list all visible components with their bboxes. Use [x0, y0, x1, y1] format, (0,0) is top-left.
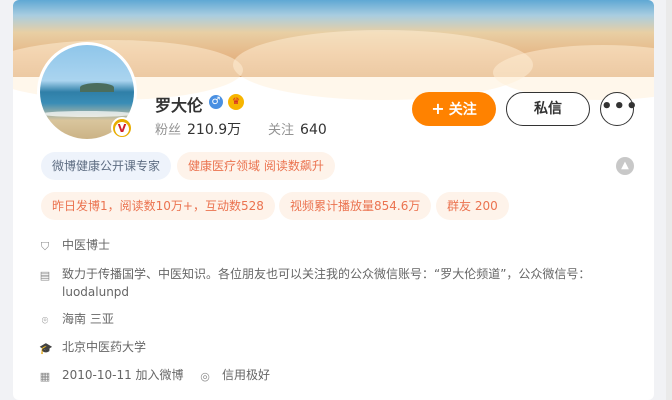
info-school-text: 北京中医药大学: [62, 340, 147, 354]
follow-button[interactable]: + 关注: [412, 92, 496, 126]
info-bio-text: 致力于传播国学、中医知识。各位朋友也可以关注我的公众微信账号：“罗大伦频道”，公…: [62, 267, 591, 299]
info-bio: ▤ 致力于传播国学、中医知识。各位朋友也可以关注我的公众微信账号：“罗大伦频道”，…: [39, 265, 599, 301]
following-stat[interactable]: 关注 640: [268, 122, 327, 138]
tag-fan-group[interactable]: 群友 200: [436, 192, 509, 220]
tag-video-plays[interactable]: 视频累计播放量854.6万: [279, 192, 432, 220]
shield-icon: ⛉: [40, 240, 50, 253]
info-location: ⌾ 海南 三亚: [39, 310, 114, 327]
tag-yesterday-stats[interactable]: 昨日发博1，阅读数10万+，互动数528: [41, 192, 275, 220]
verified-badge-icon: V: [111, 117, 133, 139]
more-button[interactable]: •••: [600, 92, 638, 126]
sand-dune: [233, 30, 533, 100]
info-joined-text: 2010-10-11 加入微博: [62, 368, 184, 382]
info-credit-text[interactable]: 信用极好: [222, 368, 270, 382]
document-icon: ▤: [39, 269, 51, 282]
male-icon: ♂: [209, 95, 223, 109]
info-title: ⛉ 中医博士: [39, 236, 110, 253]
following-count: 640: [300, 122, 327, 138]
info-joined: ▦ 2010-10-11 加入微博: [39, 366, 184, 383]
credit-icon: ◎: [200, 370, 210, 383]
collapse-chevron-up-icon[interactable]: ▲: [616, 157, 634, 175]
more-dots-icon: •••: [601, 96, 639, 117]
info-credit: ◎ 信用极好: [199, 366, 270, 383]
page-scrollbar[interactable]: [666, 0, 672, 400]
info-school: 🎓 北京中医药大学: [39, 338, 146, 355]
calendar-icon: ▦: [39, 370, 51, 383]
fans-stat[interactable]: 粉丝 210.9万: [155, 122, 246, 138]
follow-label: 关注: [448, 102, 477, 118]
plus-icon: +: [431, 99, 445, 118]
message-button[interactable]: 私信: [506, 92, 590, 126]
following-label: 关注: [268, 123, 295, 138]
message-label: 私信: [534, 101, 562, 117]
profile-card: V 罗大伦 ♂ ♛ 粉丝 210.9万 关注 640 + 关注 私信 ••• 微博健康…: [13, 0, 654, 400]
tag-health-expert[interactable]: 微博健康公开课专家: [41, 152, 172, 180]
profile-stats: 粉丝 210.9万 关注 640: [155, 119, 327, 139]
profile-name: 罗大伦: [155, 96, 204, 115]
graduation-cap-icon: 🎓: [39, 342, 53, 355]
fans-count: 210.9万: [187, 122, 242, 138]
info-location-text: 海南 三亚: [62, 312, 114, 326]
vip-crown-icon[interactable]: ♛: [228, 94, 244, 110]
info-title-text: 中医博士: [62, 238, 111, 252]
location-pin-icon: ⌾: [41, 314, 49, 327]
fans-label: 粉丝: [155, 123, 182, 138]
tag-reading-surge[interactable]: 健康医疗领域 阅读数飙升: [177, 152, 335, 180]
avatar-island: [80, 83, 114, 92]
